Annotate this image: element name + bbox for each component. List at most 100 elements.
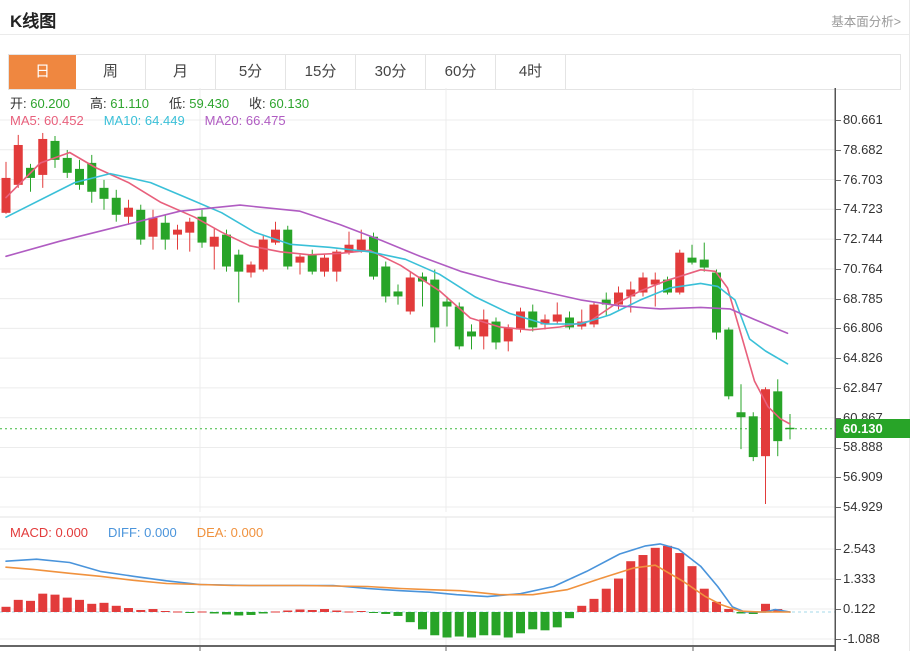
tab-日[interactable]: 日 xyxy=(9,55,76,89)
price-axis-label: 66.806 xyxy=(836,320,910,336)
macd-bar xyxy=(100,603,109,612)
kline-page: { "header": { "title": "K线图", "link_labe… xyxy=(0,0,910,651)
macd-bar xyxy=(345,611,354,612)
price-axis-label: 58.888 xyxy=(836,439,910,455)
price-axis-label: 78.682 xyxy=(836,142,910,158)
macd-bar xyxy=(528,612,537,629)
macd-axis-label: -1.088 xyxy=(836,631,910,647)
legend-item: MA10: 64.449 xyxy=(104,113,185,128)
macd-bar xyxy=(222,612,231,614)
candle-body xyxy=(724,330,733,397)
macd-axis-label: 0.122 xyxy=(836,601,910,617)
candle-body xyxy=(553,314,562,321)
tab-60分[interactable]: 60分 xyxy=(426,55,496,89)
macd-bar xyxy=(663,546,672,612)
candle-body xyxy=(320,258,329,272)
macd-bar xyxy=(565,612,574,618)
candle-body xyxy=(394,291,403,296)
candle-body xyxy=(124,208,133,217)
macd-bar xyxy=(651,548,660,612)
candle-body xyxy=(712,273,721,333)
macd-bar xyxy=(210,612,219,613)
fundamental-analysis-link[interactable]: 基本面分析> xyxy=(831,11,901,30)
legend-item: 收: 60.130 xyxy=(249,93,309,112)
candle-body xyxy=(173,230,182,235)
macd-bar xyxy=(369,612,378,613)
candle-body xyxy=(234,255,243,272)
tab-周[interactable]: 周 xyxy=(76,55,146,89)
legend-item: 低: 59.430 xyxy=(169,93,229,112)
macd-bar xyxy=(283,611,292,612)
legend-item: 开: 60.200 xyxy=(10,93,70,112)
macd-bar xyxy=(467,612,476,638)
candle-body xyxy=(283,230,292,267)
macd-bar xyxy=(332,611,341,612)
macd-bar xyxy=(492,612,501,635)
candle-body xyxy=(749,416,758,457)
price-axis-label: 72.744 xyxy=(836,231,910,247)
kline-chart-canvas[interactable] xyxy=(0,88,836,651)
macd-bar xyxy=(553,612,562,627)
kline-chart-area[interactable]: 开: 60.200高: 61.110低: 59.430收: 60.130 MA5… xyxy=(0,88,910,651)
candle-body xyxy=(63,158,72,173)
tab-15分[interactable]: 15分 xyxy=(286,55,356,89)
macd-bar xyxy=(2,607,11,612)
candle-body xyxy=(259,240,268,270)
macd-histogram xyxy=(2,546,783,638)
macd-bar xyxy=(173,611,182,612)
legend-item: MA5: 60.452 xyxy=(10,113,84,128)
macd-bar xyxy=(51,595,60,612)
macd-bar xyxy=(406,612,415,622)
candle-body xyxy=(14,145,23,185)
macd-bar xyxy=(357,611,366,612)
macd-bar xyxy=(198,611,207,612)
tab-4时[interactable]: 4时 xyxy=(496,55,566,89)
price-axis-label: 56.909 xyxy=(836,469,910,485)
current-price-badge: 60.130 xyxy=(836,419,910,438)
candle-body xyxy=(761,389,770,456)
macd-axis-label: 2.543 xyxy=(836,541,910,557)
macd-bar xyxy=(271,611,280,612)
macd-bar xyxy=(149,609,158,612)
period-tab-bar: 日周月5分15分30分60分4时 xyxy=(8,54,901,90)
macd-bar xyxy=(455,612,464,637)
dea-line xyxy=(6,565,790,612)
candle-body xyxy=(161,223,170,240)
candle-body xyxy=(406,277,415,311)
price-axis-label: 62.847 xyxy=(836,380,910,396)
candle-body xyxy=(149,218,158,237)
price-axis-label: 70.764 xyxy=(836,261,910,277)
macd-bar xyxy=(381,612,390,614)
candle-body xyxy=(455,307,464,347)
macd-bar xyxy=(504,612,513,638)
tab-月[interactable]: 月 xyxy=(146,55,216,89)
candle-body xyxy=(222,235,231,267)
candle-body xyxy=(381,267,390,297)
macd-bar xyxy=(136,610,145,612)
macd-bar xyxy=(639,555,648,612)
price-axis-label: 74.723 xyxy=(836,201,910,217)
macd-bar xyxy=(259,612,268,613)
macd-bar xyxy=(320,609,329,612)
macd-bar xyxy=(479,612,488,635)
page-title: K线图 xyxy=(10,7,56,32)
legend-item: MA20: 66.475 xyxy=(205,113,286,128)
macd-bar xyxy=(38,594,47,612)
candle-body xyxy=(467,331,476,336)
macd-bar xyxy=(516,612,525,633)
tab-5分[interactable]: 5分 xyxy=(216,55,286,89)
macd-bar xyxy=(590,599,599,612)
tab-30分[interactable]: 30分 xyxy=(356,55,426,89)
price-axis-label: 54.929 xyxy=(836,499,910,515)
candles-series xyxy=(2,133,795,504)
macd-bar xyxy=(63,598,72,612)
macd-bar xyxy=(614,579,623,612)
candle-body xyxy=(247,265,256,273)
macd-bar xyxy=(124,608,133,612)
macd-bar xyxy=(26,601,35,612)
macd-bar xyxy=(394,612,403,616)
candle-body xyxy=(443,302,452,307)
candle-body xyxy=(210,237,219,247)
legend-item: DEA: 0.000 xyxy=(197,525,264,540)
candle-body xyxy=(700,260,709,268)
